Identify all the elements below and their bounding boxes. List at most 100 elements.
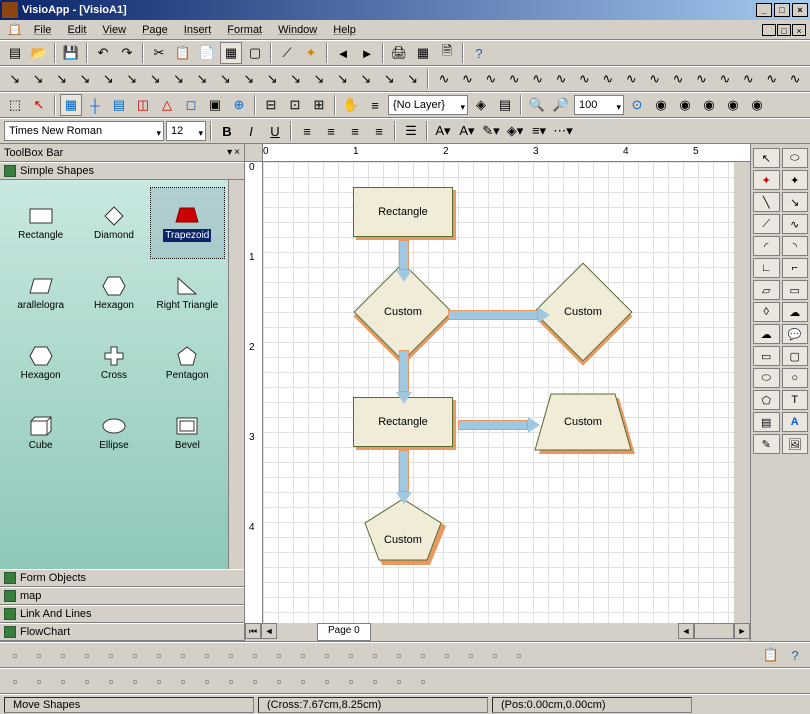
nav-prev[interactable]: ◄ bbox=[332, 42, 354, 64]
section-simple-shapes[interactable]: Simple Shapes bbox=[0, 162, 244, 180]
balloon-tool[interactable]: 💬 bbox=[782, 324, 809, 344]
curve-tool-1[interactable]: ∿ bbox=[457, 68, 478, 90]
props-icon[interactable]: 📋 bbox=[760, 644, 782, 666]
align-tool-9[interactable]: ▫ bbox=[220, 670, 242, 692]
scroll-right[interactable]: ► bbox=[734, 623, 750, 639]
layers-icon[interactable]: ≡ bbox=[364, 94, 386, 116]
shape-pentagon[interactable]: Pentagon bbox=[151, 328, 224, 398]
curve-tool-0[interactable]: ∿ bbox=[433, 68, 454, 90]
pointer-tool[interactable]: ↖ bbox=[753, 148, 780, 168]
target-icon[interactable]: ⊕ bbox=[228, 94, 250, 116]
shape-b[interactable]: ◻ bbox=[180, 94, 202, 116]
text-a[interactable]: A bbox=[782, 412, 809, 432]
polyline[interactable]: ⟋ bbox=[753, 214, 780, 234]
note-tool[interactable]: ▭ bbox=[782, 280, 809, 300]
menu-help[interactable]: Help bbox=[325, 22, 364, 38]
view-tool-4[interactable]: ◉ bbox=[746, 94, 768, 116]
view-tool-1[interactable]: ◉ bbox=[674, 94, 696, 116]
arrange-14[interactable]: ▫ bbox=[340, 644, 362, 666]
doc-tool[interactable]: ▱ bbox=[753, 280, 780, 300]
circle-tool[interactable]: ○ bbox=[782, 368, 809, 388]
help-icon-2[interactable]: ? bbox=[784, 644, 806, 666]
shape-diamond[interactable]: Diamond bbox=[77, 188, 150, 258]
mdi-minimize[interactable]: _ bbox=[762, 24, 776, 36]
curve-tool-11[interactable]: ∿ bbox=[691, 68, 712, 90]
shape-rectangle[interactable]: Rectangle bbox=[4, 188, 77, 258]
view-tool-2[interactable]: ◉ bbox=[698, 94, 720, 116]
roundrect-tool[interactable]: ▢ bbox=[782, 346, 809, 366]
align-tool-14[interactable]: ▫ bbox=[340, 670, 362, 692]
canvas-scrollbar-v[interactable] bbox=[734, 162, 750, 623]
section-link-lines[interactable]: Link And Lines bbox=[0, 605, 244, 623]
shape-right-triangle[interactable]: Right Triangle bbox=[151, 258, 224, 328]
shape-cube[interactable]: Cube bbox=[4, 398, 77, 468]
connector-tool-11[interactable]: ↘ bbox=[261, 68, 282, 90]
shape-hexagon[interactable]: Hexagon bbox=[4, 328, 77, 398]
canvas[interactable]: RectangleCustomCustomRectangleCustomCust… bbox=[263, 162, 734, 623]
arrange-9[interactable]: ▫ bbox=[220, 644, 242, 666]
section-flowchart[interactable]: FlowChart bbox=[0, 623, 244, 641]
lasso-tool[interactable]: ⬭ bbox=[782, 148, 809, 168]
tool-b[interactable]: ▢ bbox=[244, 42, 266, 64]
pencil-icon[interactable]: ✎ bbox=[753, 434, 780, 454]
italic-button[interactable]: I bbox=[240, 120, 262, 142]
shape-bevel[interactable]: Bevel bbox=[151, 398, 224, 468]
arrange-7[interactable]: ▫ bbox=[172, 644, 194, 666]
align-tool-8[interactable]: ▫ bbox=[196, 670, 218, 692]
crop-icon[interactable]: ▣ bbox=[204, 94, 226, 116]
align-left[interactable]: ≡ bbox=[296, 120, 318, 142]
cloud-tool[interactable]: ☁ bbox=[753, 324, 780, 344]
arrange-0[interactable]: ▫ bbox=[4, 644, 26, 666]
toolbox-pin[interactable]: ▾ bbox=[227, 147, 232, 158]
font-color[interactable]: A▾ bbox=[432, 120, 454, 142]
zoom-in-icon[interactable]: 🔍 bbox=[526, 94, 548, 116]
grid-icon[interactable]: ▦ bbox=[412, 42, 434, 64]
align-tool-10[interactable]: ▫ bbox=[244, 670, 266, 692]
shape-a[interactable]: △ bbox=[156, 94, 178, 116]
arrange-18[interactable]: ▫ bbox=[436, 644, 458, 666]
canvas-shape-5[interactable]: Custom bbox=[363, 497, 443, 562]
open-button[interactable]: 📂 bbox=[28, 42, 50, 64]
connector-tool-4[interactable]: ↘ bbox=[98, 68, 119, 90]
connector-tool-9[interactable]: ↘ bbox=[215, 68, 236, 90]
align-tool-16[interactable]: ▫ bbox=[388, 670, 410, 692]
arrange-21[interactable]: ▫ bbox=[508, 644, 530, 666]
guides-icon[interactable]: ▤ bbox=[108, 94, 130, 116]
align-right[interactable]: ≡ bbox=[344, 120, 366, 142]
line-style[interactable]: ◈▾ bbox=[504, 120, 526, 142]
print-button[interactable]: 🖨 bbox=[388, 42, 410, 64]
arrange-12[interactable]: ▫ bbox=[292, 644, 314, 666]
flag-tool[interactable]: ▤ bbox=[753, 412, 780, 432]
angle-tool[interactable]: ∟ bbox=[753, 258, 780, 278]
connector-tool-13[interactable]: ↘ bbox=[308, 68, 329, 90]
arrange-15[interactable]: ▫ bbox=[364, 644, 386, 666]
connector-tool-3[interactable]: ↘ bbox=[74, 68, 95, 90]
save-button[interactable]: 💾 bbox=[60, 42, 82, 64]
page-prev[interactable]: ◄ bbox=[261, 623, 277, 639]
shape-trapezoid[interactable]: Trapezoid bbox=[151, 188, 224, 258]
bold-button[interactable]: B bbox=[216, 120, 238, 142]
redo-button[interactable]: ↷ bbox=[116, 42, 138, 64]
curve-tool-7[interactable]: ∿ bbox=[597, 68, 618, 90]
align-tool-17[interactable]: ▫ bbox=[412, 670, 434, 692]
connector-tool-2[interactable]: ↘ bbox=[51, 68, 72, 90]
connector-tool-15[interactable]: ↘ bbox=[355, 68, 376, 90]
arrange-8[interactable]: ▫ bbox=[196, 644, 218, 666]
polygon-tool[interactable]: ⬠ bbox=[753, 390, 780, 410]
view-tool-3[interactable]: ◉ bbox=[722, 94, 744, 116]
minimize-button[interactable]: _ bbox=[756, 3, 772, 17]
paste-button[interactable]: 📄 bbox=[196, 42, 218, 64]
copy-button[interactable]: 📋 bbox=[172, 42, 194, 64]
menu-file[interactable]: File bbox=[26, 22, 60, 38]
zoom-out-icon[interactable]: 🔎 bbox=[550, 94, 572, 116]
menu-format[interactable]: Format bbox=[219, 22, 270, 38]
add-point[interactable]: ✦ bbox=[753, 170, 780, 190]
ruler-icon[interactable]: ◫ bbox=[132, 94, 154, 116]
connector-tool-12[interactable]: ↘ bbox=[285, 68, 306, 90]
line-dash[interactable]: ⋯▾ bbox=[552, 120, 574, 142]
section-form-objects[interactable]: Form Objects bbox=[0, 569, 244, 587]
underline-button[interactable]: U bbox=[264, 120, 286, 142]
preview-button[interactable]: 🗎 bbox=[436, 42, 458, 64]
curve-tool-13[interactable]: ∿ bbox=[738, 68, 759, 90]
align-tool-11[interactable]: ▫ bbox=[268, 670, 290, 692]
